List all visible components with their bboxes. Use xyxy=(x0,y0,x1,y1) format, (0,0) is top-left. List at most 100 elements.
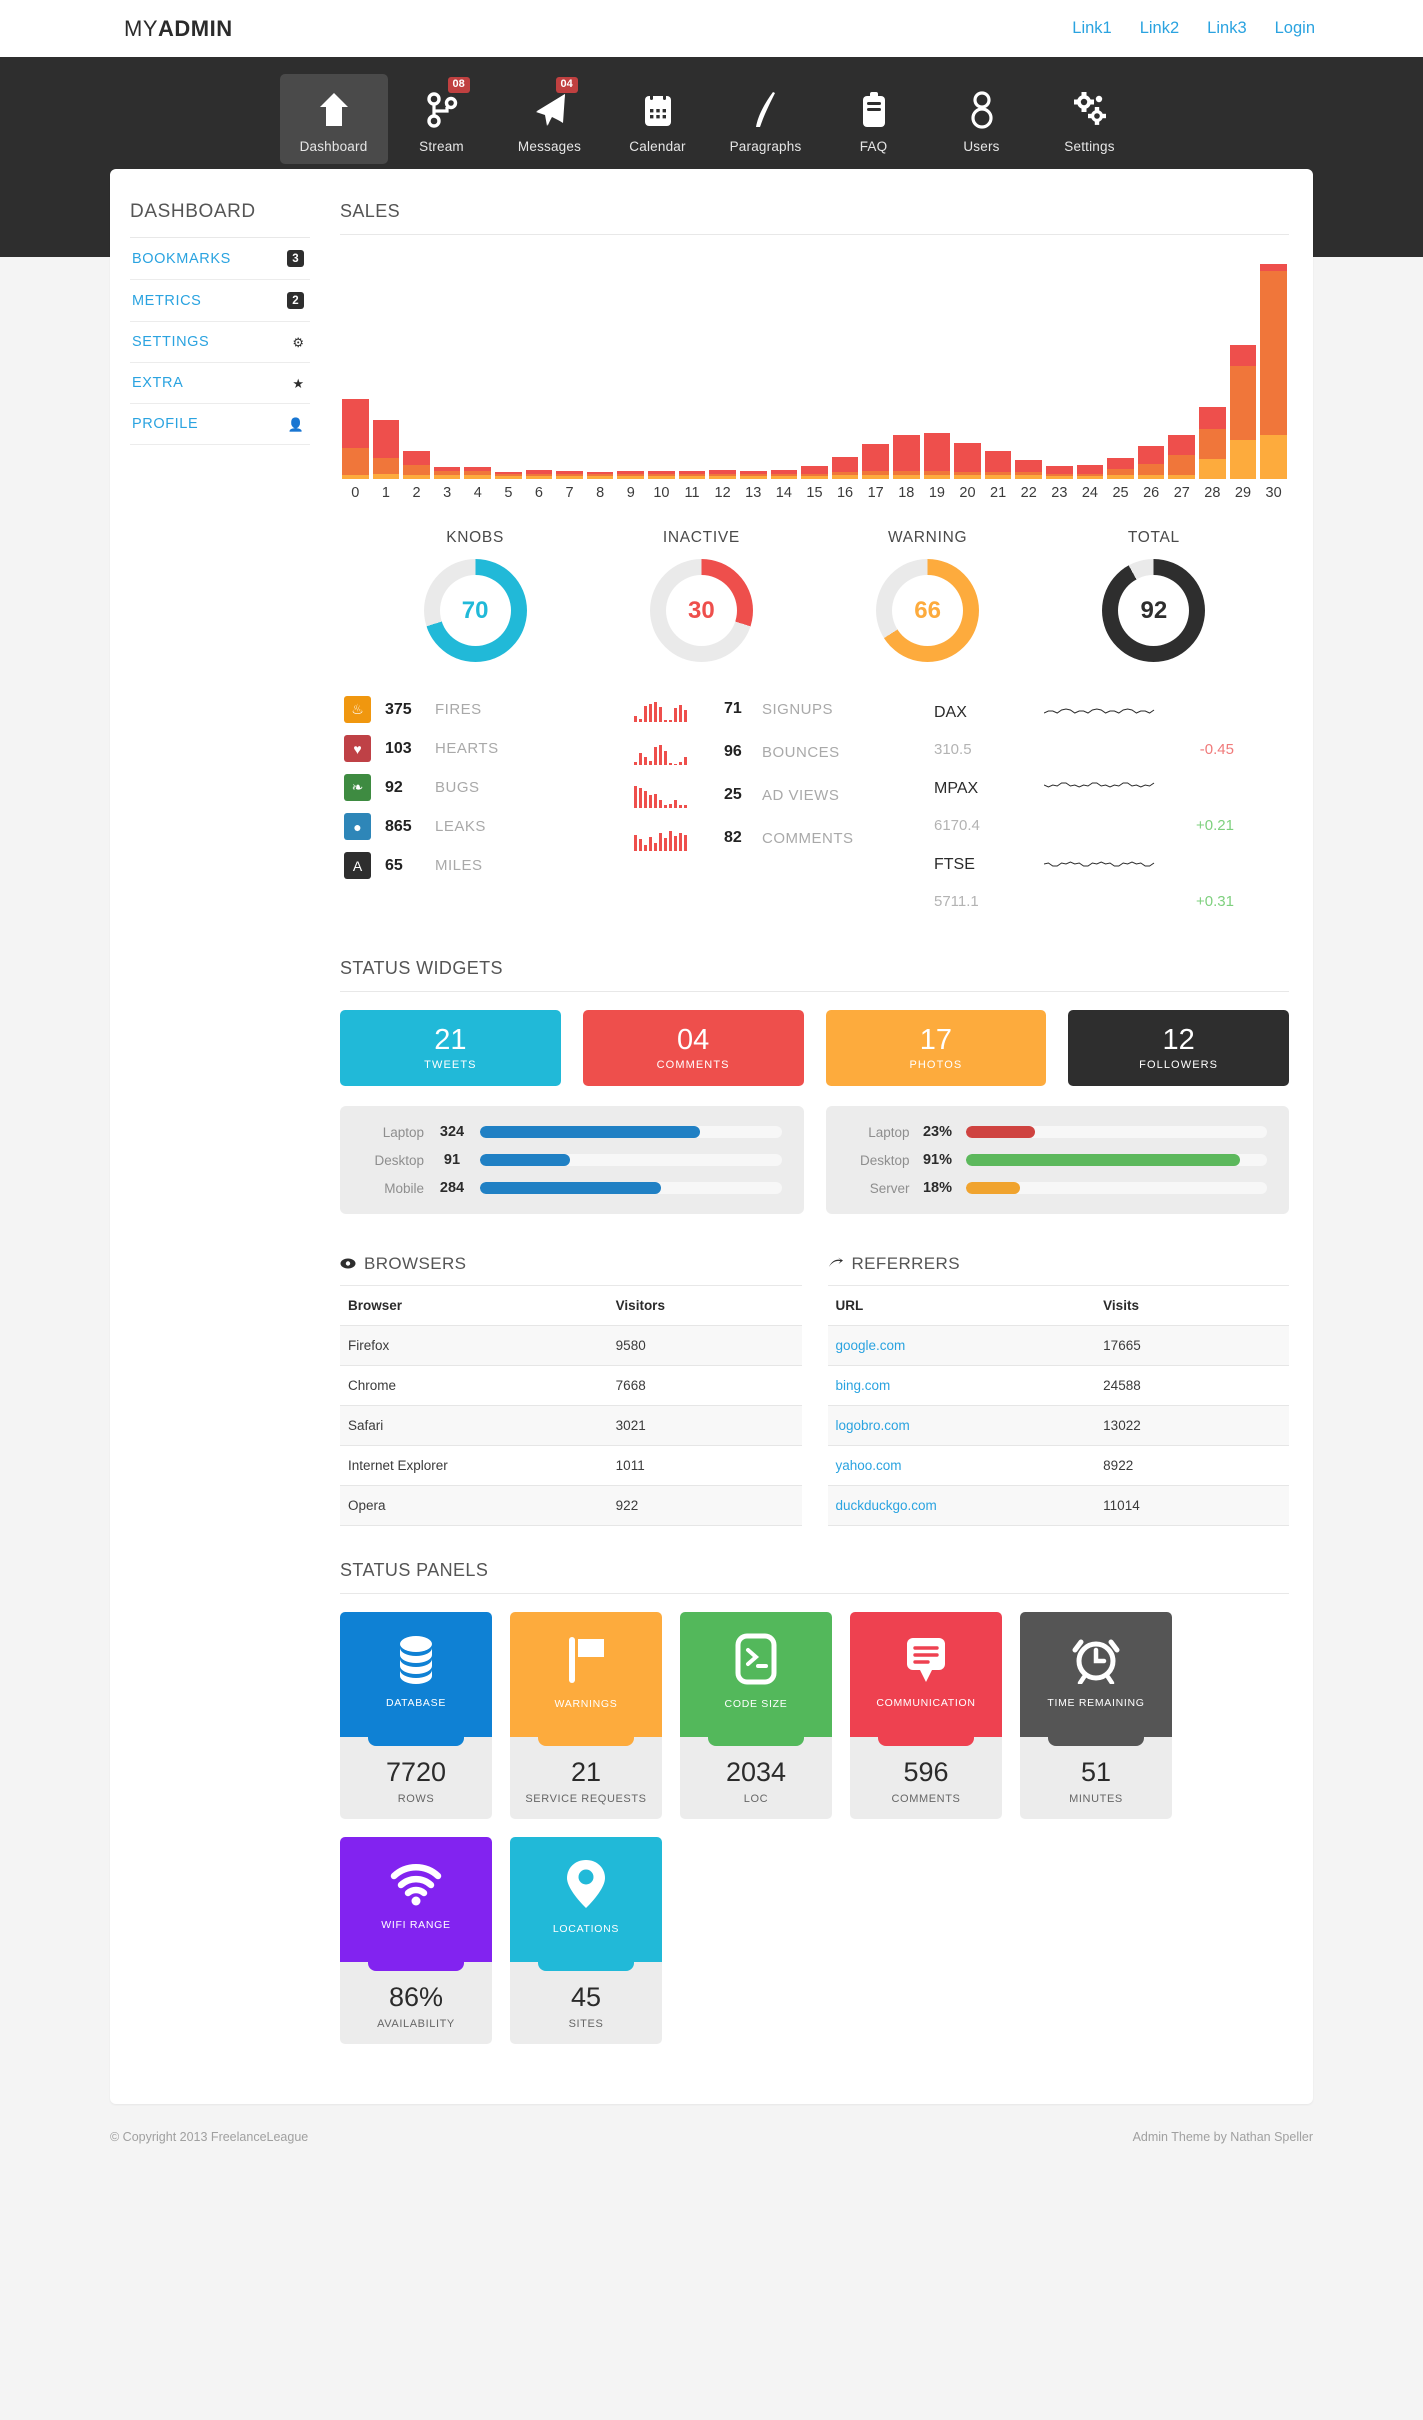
nav-item-stream[interactable]: 08 Stream xyxy=(388,74,496,164)
donut-gauge-warning[interactable]: WARNING 66 xyxy=(848,529,1008,662)
progress-name: Mobile xyxy=(384,1180,424,1196)
sparkline-bars xyxy=(634,739,712,765)
sidebar-item-profile[interactable]: PROFILE 👤 xyxy=(130,404,310,445)
sidebar-item-metrics[interactable]: METRICS 2 xyxy=(130,280,310,322)
donut-gauge-inactive[interactable]: INACTIVE 30 xyxy=(621,529,781,662)
x-tick-label: 18 xyxy=(898,485,915,501)
status-panel-locations[interactable]: LOCATIONS 45 SITES xyxy=(510,1837,662,2044)
x-tick-label: 19 xyxy=(928,485,945,501)
table-cell-name[interactable]: bing.com xyxy=(827,1365,1096,1406)
status-widget-label: FOLLOWERS xyxy=(1139,1058,1219,1071)
bar-segment-amber xyxy=(862,474,889,479)
bar-segment-amber xyxy=(403,474,430,479)
x-tick-label: 10 xyxy=(653,485,670,501)
stock-row: DAX 310.5 -0.45 xyxy=(934,696,1234,759)
bar-segment-amber xyxy=(1260,434,1287,479)
status-panel-sublabel: SERVICE REQUESTS xyxy=(525,1793,647,1805)
bar-segment-amber xyxy=(739,476,767,479)
table-cell-name[interactable]: google.com xyxy=(827,1325,1096,1366)
sales-chart-xaxis: 0 1 2 3 4 5 6 7 8 9 10 11 12 13 14 15 16 17 18 19 20 21 22 23 24… xyxy=(342,485,1287,501)
table-cell-name[interactable]: yahoo.com xyxy=(827,1445,1096,1486)
nav-item-faq[interactable]: FAQ xyxy=(820,74,928,164)
bar-column xyxy=(464,466,492,479)
sidebar-item-bookmarks[interactable]: BOOKMARKS 3 xyxy=(130,238,310,280)
status-panel-code-size[interactable]: CODE SIZE 2034 LOC xyxy=(680,1612,832,1819)
nav-item-users[interactable]: Users xyxy=(928,74,1036,164)
status-panel-communication[interactable]: COMMUNICATION 596 COMMENTS xyxy=(850,1612,1002,1819)
status-panel-time-remaining[interactable]: TIME REMAINING 51 MINUTES xyxy=(1020,1612,1172,1819)
status-panel-warnings[interactable]: WARNINGS 21 SERVICE REQUESTS xyxy=(510,1612,662,1819)
top-link-3[interactable]: Link3 xyxy=(1207,19,1246,38)
status-panel-database[interactable]: DATABASE 7720 ROWS xyxy=(340,1612,492,1819)
sidebar-item-settings[interactable]: SETTINGS ⚙ xyxy=(130,322,310,363)
progress-panels: Laptop 324 Desktop 91 Mobile 284 Laptop 23% Des… xyxy=(340,1106,1289,1214)
table-cell-value: 11014 xyxy=(1095,1485,1289,1526)
x-tick-label: 16 xyxy=(836,485,854,501)
bar-segment-amber xyxy=(1137,474,1165,479)
donut-gauge-total[interactable]: TOTAL 92 xyxy=(1074,529,1234,662)
eye-icon xyxy=(340,1254,356,1274)
donut-gauge-knobs[interactable]: KNOBS 70 xyxy=(395,529,555,662)
bar-column xyxy=(617,471,645,479)
bar-segment-red xyxy=(984,451,1012,472)
status-widget-followers[interactable]: 12 FOLLOWERS xyxy=(1068,1010,1289,1086)
login-link[interactable]: Login xyxy=(1275,19,1315,38)
x-tick-label: 27 xyxy=(1173,485,1190,501)
status-panel-sublabel: SITES xyxy=(568,2018,604,2030)
x-tick-label: 8 xyxy=(596,485,605,501)
status-panel-wifi-range[interactable]: WIFI RANGE 86% AVAILABILITY xyxy=(340,1837,492,2044)
top-link-1[interactable]: Link1 xyxy=(1072,19,1111,38)
status-widget-label: PHOTOS xyxy=(909,1058,963,1071)
brand-suffix: ADMIN xyxy=(158,15,233,41)
x-tick-label: 25 xyxy=(1112,485,1129,501)
status-widget-tweets[interactable]: 21 TWEETS xyxy=(340,1010,561,1086)
bar-segment-amber xyxy=(892,474,920,479)
bar-segment-amber xyxy=(1107,475,1134,479)
nav-item-calendar[interactable]: Calendar xyxy=(604,74,712,164)
table-cell-link[interactable]: duckduckgo.com xyxy=(836,1498,937,1513)
table-cell-link[interactable]: bing.com xyxy=(836,1378,891,1393)
comment-icon xyxy=(902,1634,950,1691)
status-widget-comments[interactable]: 04 COMMENTS xyxy=(582,1010,804,1086)
brand-logo[interactable]: MYADMIN xyxy=(124,16,233,42)
bar-column xyxy=(1015,460,1043,479)
browsers-header: BROWSERS xyxy=(340,1254,802,1286)
bar-segment-red xyxy=(1168,434,1196,455)
bar-column xyxy=(586,471,614,479)
nav-item-paragraphs[interactable]: Paragraphs xyxy=(712,74,820,164)
stock-delta: -0.45 xyxy=(1199,741,1234,758)
nav-item-dashboard[interactable]: Dashboard xyxy=(279,74,388,164)
table-cell-link[interactable]: google.com xyxy=(836,1338,906,1353)
bar-segment-red xyxy=(1015,460,1043,472)
bar-segment-amber xyxy=(495,476,522,479)
bar-segment-amber xyxy=(678,476,706,479)
status-widget-photos[interactable]: 17 PHOTOS xyxy=(825,1010,1047,1086)
stock-delta: +0.31 xyxy=(1196,893,1234,910)
bar-segment-amber xyxy=(801,476,828,479)
top-links: Link1 Link2 Link3 Login xyxy=(1072,19,1315,38)
nav-item-settings[interactable]: Settings xyxy=(1036,74,1144,164)
progress-fill xyxy=(965,1154,1240,1166)
top-link-2[interactable]: Link2 xyxy=(1140,19,1179,38)
stock-row: FTSE 5711.1 +0.31 xyxy=(934,848,1234,911)
status-panel-sublabel: LOC xyxy=(743,1793,769,1805)
nav-badge-messages: 04 xyxy=(555,77,578,93)
bar-column xyxy=(984,451,1012,479)
table-cell-name: Chrome xyxy=(340,1365,608,1406)
page-container: DASHBOARD BOOKMARKS 3 METRICS 2 SETTINGS… xyxy=(110,169,1313,2104)
bar-column xyxy=(648,471,675,479)
sidebar-item-extra[interactable]: EXTRA ★ xyxy=(130,363,310,404)
spark-stat-row: 82 COMMENTS xyxy=(634,825,934,851)
spark-stat-value: 25 xyxy=(724,786,742,803)
sidebar-badge-metrics: 2 xyxy=(287,292,304,309)
status-panel-sublabel: COMMENTS xyxy=(891,1793,961,1805)
table-cell-link[interactable]: logobro.com xyxy=(836,1418,910,1433)
status-panel-label: WARNINGS xyxy=(554,1698,618,1710)
referrers-col-0: URL xyxy=(827,1286,1096,1326)
stock-delta: +0.21 xyxy=(1196,817,1234,834)
table-cell-link[interactable]: yahoo.com xyxy=(836,1458,902,1473)
table-cell-value: 17665 xyxy=(1095,1325,1289,1366)
table-cell-name[interactable]: duckduckgo.com xyxy=(827,1485,1096,1526)
table-cell-name[interactable]: logobro.com xyxy=(827,1405,1096,1446)
nav-item-messages[interactable]: 04 Messages xyxy=(496,74,604,164)
